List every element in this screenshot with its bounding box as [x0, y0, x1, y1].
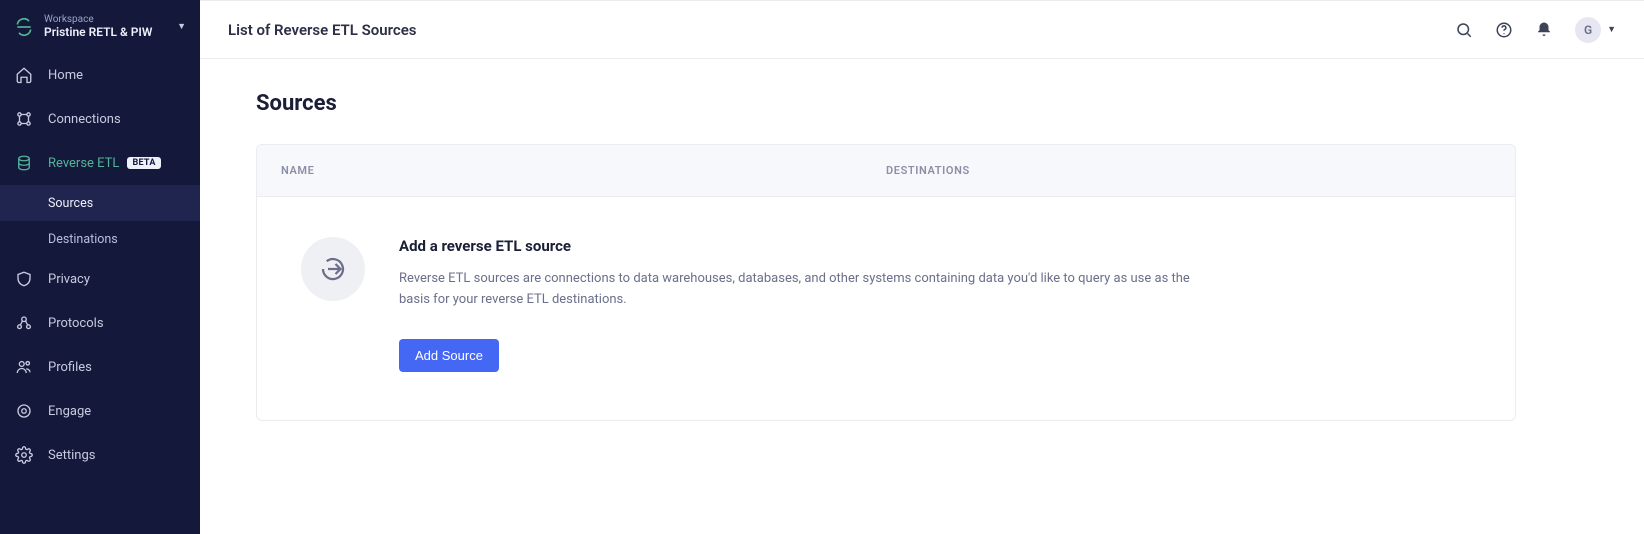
export-circle-icon	[301, 237, 365, 301]
sidebar-item-label: Destinations	[48, 232, 118, 247]
engage-icon	[14, 401, 34, 421]
sidebar-item-label: Privacy	[48, 272, 90, 287]
protocols-icon	[14, 313, 34, 333]
bell-icon[interactable]	[1535, 21, 1553, 39]
sidebar-item-engage[interactable]: Engage	[0, 389, 200, 433]
connections-icon	[14, 109, 34, 129]
main-area: List of Reverse ETL Sources G ▼	[200, 0, 1644, 534]
sidebar-item-label: Reverse ETL	[48, 156, 119, 171]
caret-down-icon: ▼	[1607, 24, 1616, 35]
sidebar-item-label: Home	[48, 68, 83, 83]
workspace-selector[interactable]: Workspace Pristine RETL & PIW ▼	[0, 14, 200, 53]
topbar: List of Reverse ETL Sources G ▼	[200, 0, 1644, 59]
sidebar-item-privacy[interactable]: Privacy	[0, 257, 200, 301]
sidebar-item-home[interactable]: Home	[0, 53, 200, 97]
sidebar-subitem-sources[interactable]: Sources	[0, 185, 200, 221]
sidebar-item-label: Protocols	[48, 316, 104, 331]
content: Sources NAME DESTINATIONS	[200, 59, 1644, 534]
beta-badge: BETA	[127, 157, 160, 169]
workspace-label: Workspace	[44, 14, 173, 26]
shield-icon	[14, 269, 34, 289]
profiles-icon	[14, 357, 34, 377]
sidebar-item-settings[interactable]: Settings	[0, 433, 200, 477]
page-title: List of Reverse ETL Sources	[228, 21, 416, 39]
user-menu[interactable]: G ▼	[1575, 17, 1616, 43]
empty-title: Add a reverse ETL source	[399, 237, 1199, 255]
sidebar-item-label: Sources	[48, 196, 93, 211]
help-icon[interactable]	[1495, 21, 1513, 39]
empty-state: Add a reverse ETL source Reverse ETL sou…	[257, 197, 1515, 420]
workspace-name: Pristine RETL & PIW	[44, 26, 173, 40]
gear-icon	[14, 445, 34, 465]
column-header-name: NAME	[281, 164, 886, 177]
sidebar-item-protocols[interactable]: Protocols	[0, 301, 200, 345]
workspace-text: Workspace Pristine RETL & PIW	[44, 14, 173, 39]
caret-down-icon: ▼	[177, 21, 186, 32]
sidebar-item-connections[interactable]: Connections	[0, 97, 200, 141]
avatar: G	[1575, 17, 1601, 43]
sidebar-item-label: Settings	[48, 448, 95, 463]
sidebar-item-profiles[interactable]: Profiles	[0, 345, 200, 389]
sidebar-item-reverse-etl[interactable]: Reverse ETL BETA	[0, 141, 200, 185]
reverse-etl-subnav: Sources Destinations	[0, 185, 200, 257]
section-title: Sources	[256, 91, 1516, 116]
sidebar-nav: Home Connections Reverse ETL BETA Source…	[0, 53, 200, 477]
sources-panel: NAME DESTINATIONS Add a reverse	[256, 144, 1516, 421]
add-source-button[interactable]: Add Source	[399, 339, 499, 372]
table-header: NAME DESTINATIONS	[257, 145, 1515, 197]
sidebar-item-label: Engage	[48, 404, 91, 419]
home-icon	[14, 65, 34, 85]
sidebar: Workspace Pristine RETL & PIW ▼ Home Con…	[0, 0, 200, 534]
column-header-destinations: DESTINATIONS	[886, 164, 1491, 177]
sidebar-item-label: Connections	[48, 112, 121, 127]
content-inner: Sources NAME DESTINATIONS	[256, 91, 1516, 421]
sidebar-item-label: Profiles	[48, 360, 92, 375]
workspace-logo-icon	[14, 17, 34, 37]
database-icon	[14, 153, 34, 173]
empty-description: Reverse ETL sources are connections to d…	[399, 269, 1199, 311]
topbar-actions: G ▼	[1455, 17, 1616, 43]
empty-body: Add a reverse ETL source Reverse ETL sou…	[399, 237, 1199, 372]
app-root: Workspace Pristine RETL & PIW ▼ Home Con…	[0, 0, 1644, 534]
sidebar-subitem-destinations[interactable]: Destinations	[0, 221, 200, 257]
search-icon[interactable]	[1455, 21, 1473, 39]
